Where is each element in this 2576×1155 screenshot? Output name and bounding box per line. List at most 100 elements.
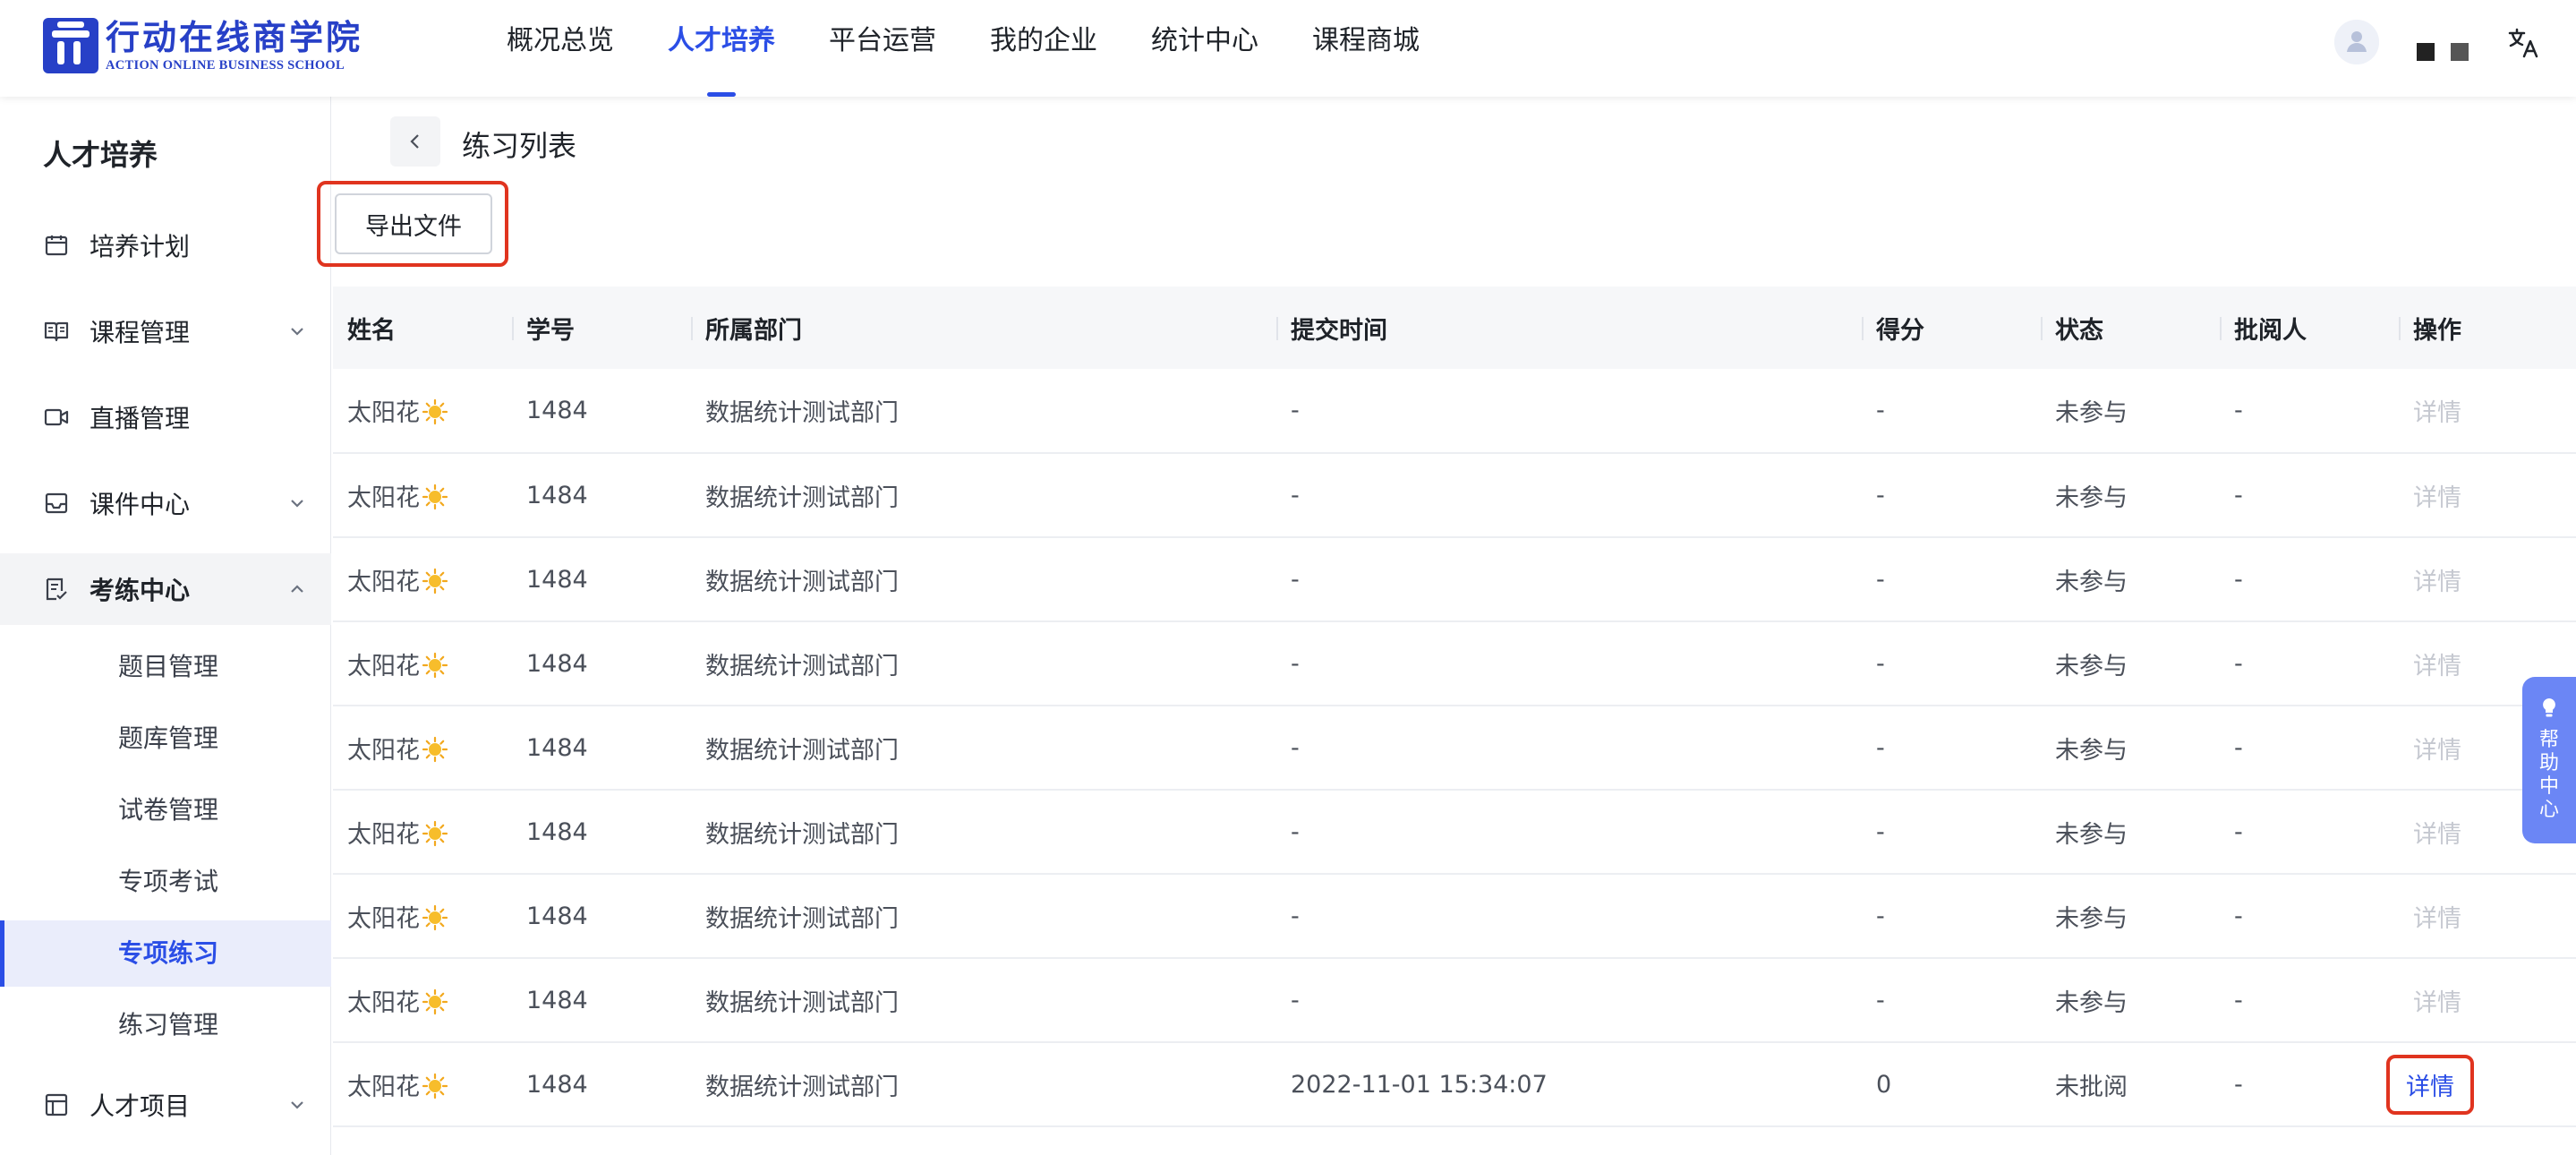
table-row: 太阳花 1484 数据统计测试部门 - - 未参与 - 详情 xyxy=(333,537,2576,622)
sidebar-sub-special-exam[interactable]: 专项考试 xyxy=(0,849,331,915)
cell-student-id: 1484 xyxy=(512,453,691,538)
logo-mark-icon xyxy=(43,18,98,73)
cell-name: 太阳花 xyxy=(333,706,512,791)
help-center-label: 帮助中心 xyxy=(2538,729,2559,821)
student-name: 太阳花 xyxy=(347,988,420,1017)
cell-reviewer: - xyxy=(2220,369,2399,454)
user-avatar-icon xyxy=(2334,20,2379,64)
cell-reviewer: - xyxy=(2220,621,2399,706)
sun-emoji-icon xyxy=(422,398,448,425)
sidebar-item-course-management[interactable]: 课程管理 xyxy=(0,295,331,367)
sun-emoji-icon xyxy=(422,904,448,930)
detail-link-disabled: 详情 xyxy=(2413,988,2461,1017)
cell-reviewer: - xyxy=(2220,874,2399,959)
nav-my-company[interactable]: 我的企业 xyxy=(990,0,1097,97)
project-icon xyxy=(43,1091,70,1118)
practice-table: 姓名 学号 所属部门 提交时间 得分 状态 批阅人 操作 太阳花 1484 数据统计… xyxy=(333,287,2576,1127)
back-button[interactable] xyxy=(390,116,440,167)
sidebar-sub-paper-management[interactable]: 试卷管理 xyxy=(0,777,331,843)
column-header-department: 所属部门 xyxy=(691,287,1276,369)
sidebar-item-talent-project[interactable]: 人才项目 xyxy=(0,1069,331,1141)
detail-link-disabled: 详情 xyxy=(2413,820,2461,849)
nav-platform-ops[interactable]: 平台运营 xyxy=(829,0,936,97)
detail-link[interactable]: 详情 xyxy=(2406,1074,2454,1101)
table-row: 太阳花 1484 数据统计测试部门 - - 未参与 - 详情 xyxy=(333,874,2576,959)
cell-reviewer: - xyxy=(2220,790,2399,875)
cell-score: 0 xyxy=(1862,1042,2041,1127)
cell-student-id: 1484 xyxy=(512,706,691,791)
cell-score: - xyxy=(1862,621,2041,706)
cell-action: 详情 xyxy=(2386,1042,2576,1127)
sidebar-item-courseware-center[interactable]: 课件中心 xyxy=(0,467,331,539)
cell-submit-time: - xyxy=(1276,790,1862,875)
sun-emoji-icon xyxy=(422,1073,448,1099)
chevron-down-icon xyxy=(291,1101,303,1109)
cell-student-id: 1484 xyxy=(512,537,691,622)
column-header-action: 操作 xyxy=(2399,287,2576,369)
cell-action: 详情 xyxy=(2399,874,2576,959)
nav-course-mall[interactable]: 课程商城 xyxy=(1312,0,1420,97)
sidebar-sub-practice-management[interactable]: 练习管理 xyxy=(0,992,331,1058)
cell-name: 太阳花 xyxy=(333,621,512,706)
cell-submit-time: - xyxy=(1276,621,1862,706)
sidebar-sub-question-bank[interactable]: 题库管理 xyxy=(0,706,331,772)
brand-logo[interactable]: 行动在线商学院 ACTION ONLINE BUSINESS SCHOOL xyxy=(43,14,363,77)
cell-name: 太阳花 xyxy=(333,958,512,1043)
student-name: 太阳花 xyxy=(347,736,420,765)
nav-stats-center[interactable]: 统计中心 xyxy=(1151,0,1258,97)
table-header-row: 姓名 学号 所属部门 提交时间 得分 状态 批阅人 操作 xyxy=(333,287,2576,369)
exam-icon xyxy=(43,576,70,603)
cell-name: 太阳花 xyxy=(333,453,512,538)
cell-student-id: 1484 xyxy=(512,874,691,959)
cell-name: 太阳花 xyxy=(333,874,512,959)
sidebar-sub-question-management[interactable]: 题目管理 xyxy=(0,634,331,700)
export-file-button[interactable]: 导出文件 xyxy=(335,193,492,254)
detail-link-disabled: 详情 xyxy=(2413,483,2461,512)
chevron-left-icon xyxy=(410,134,419,149)
table-row: 太阳花 1484 数据统计测试部门 - - 未参与 - 详情 xyxy=(333,621,2576,706)
nav-overview[interactable]: 概况总览 xyxy=(507,0,614,97)
cell-submit-time: - xyxy=(1276,369,1862,454)
brand-name-cn: 行动在线商学院 xyxy=(106,18,363,57)
sidebar-title: 人才培养 xyxy=(43,138,158,172)
sidebar-item-label: 直播管理 xyxy=(90,404,191,433)
cell-score: - xyxy=(1862,790,2041,875)
column-header-reviewer: 批阅人 xyxy=(2220,287,2399,369)
cell-score: - xyxy=(1862,706,2041,791)
detail-link-disabled: 详情 xyxy=(2413,568,2461,596)
cell-action: 详情 xyxy=(2399,537,2576,622)
sidebar-item-label: 培养计划 xyxy=(90,232,191,261)
cell-status: 未批阅 xyxy=(2041,1042,2220,1127)
cell-student-id: 1484 xyxy=(512,790,691,875)
sidebar-item-exam-center[interactable]: 考练中心 xyxy=(0,553,331,625)
user-avatar[interactable] xyxy=(2334,20,2379,64)
cell-student-id: 1484 xyxy=(512,1042,691,1127)
sidebar-sub-special-practice[interactable]: 专项练习 xyxy=(0,920,331,987)
chevron-down-icon xyxy=(291,500,303,508)
column-header-score: 得分 xyxy=(1862,287,2041,369)
user-name-block-2[interactable] xyxy=(2451,43,2469,61)
lightbulb-icon xyxy=(2543,698,2555,717)
sidebar-item-label: 课程管理 xyxy=(90,318,191,347)
user-name-block[interactable] xyxy=(2417,43,2435,61)
student-name: 太阳花 xyxy=(347,820,420,849)
sidebar-item-training-plan[interactable]: 培养计划 xyxy=(0,210,331,281)
cell-action: 详情 xyxy=(2399,369,2576,454)
cell-student-id: 1484 xyxy=(512,958,691,1043)
chevron-up-icon xyxy=(291,585,303,593)
cell-submit-time: - xyxy=(1276,706,1862,791)
sun-emoji-icon xyxy=(422,988,448,1014)
language-switch-icon[interactable] xyxy=(2506,25,2542,61)
table-row: 太阳花 1484 数据统计测试部门 - - 未参与 - 详情 xyxy=(333,369,2576,454)
nav-talent-training[interactable]: 人才培养 xyxy=(668,0,775,97)
sidebar-item-live-management[interactable]: 直播管理 xyxy=(0,381,331,453)
sidebar-item-label: 人才项目 xyxy=(90,1091,191,1121)
detail-highlight: 详情 xyxy=(2386,1054,2474,1115)
cell-department: 数据统计测试部门 xyxy=(691,1042,1276,1127)
help-center-button[interactable]: 帮助中心 xyxy=(2522,677,2576,843)
cell-status: 未参与 xyxy=(2041,790,2220,875)
cell-status: 未参与 xyxy=(2041,369,2220,454)
student-name: 太阳花 xyxy=(347,904,420,933)
cell-submit-time: - xyxy=(1276,453,1862,538)
detail-link-disabled: 详情 xyxy=(2413,736,2461,765)
